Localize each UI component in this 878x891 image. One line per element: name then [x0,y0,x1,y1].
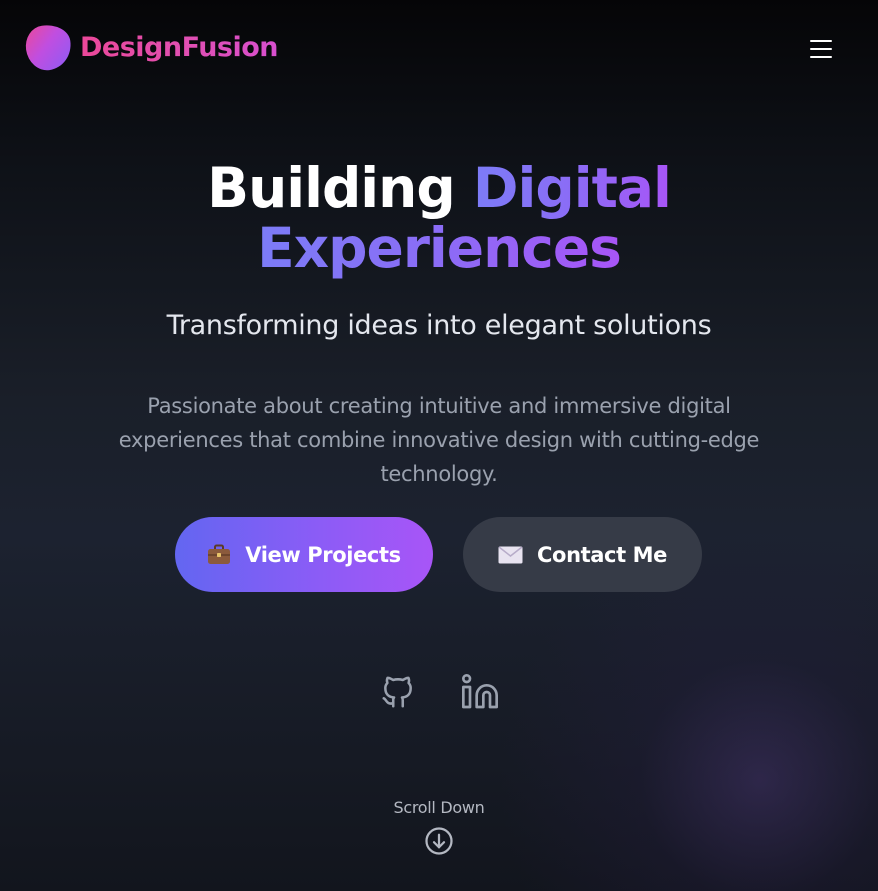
social-links [0,672,878,712]
brand-logo[interactable]: DesignFusion [23,22,279,73]
logo-blob-icon [23,22,74,73]
scroll-down-label: Scroll Down [393,798,485,817]
briefcase-icon [207,544,231,566]
hero-title-line2: Experiences [257,216,622,280]
contact-me-button[interactable]: Contact Me [463,517,702,592]
view-projects-button[interactable]: View Projects [175,517,433,592]
hero-title-part1: Building [207,156,473,220]
linkedin-icon[interactable] [460,672,500,712]
site-header: DesignFusion [0,0,878,96]
hero-title: Building Digital Experiences [0,158,878,278]
github-icon[interactable] [378,672,418,712]
hamburger-menu-icon[interactable] [808,38,836,60]
contact-me-label: Contact Me [537,542,667,567]
hero-title-highlight: Digital [472,156,672,220]
hero-description: Passionate about creating intuitive and … [118,394,760,486]
arrow-down-circle-icon[interactable] [424,826,454,856]
brand-name: DesignFusion [80,32,279,63]
view-projects-label: View Projects [245,542,401,567]
envelope-icon [498,545,523,564]
hero-subtitle: Transforming ideas into elegant solution… [166,310,712,341]
